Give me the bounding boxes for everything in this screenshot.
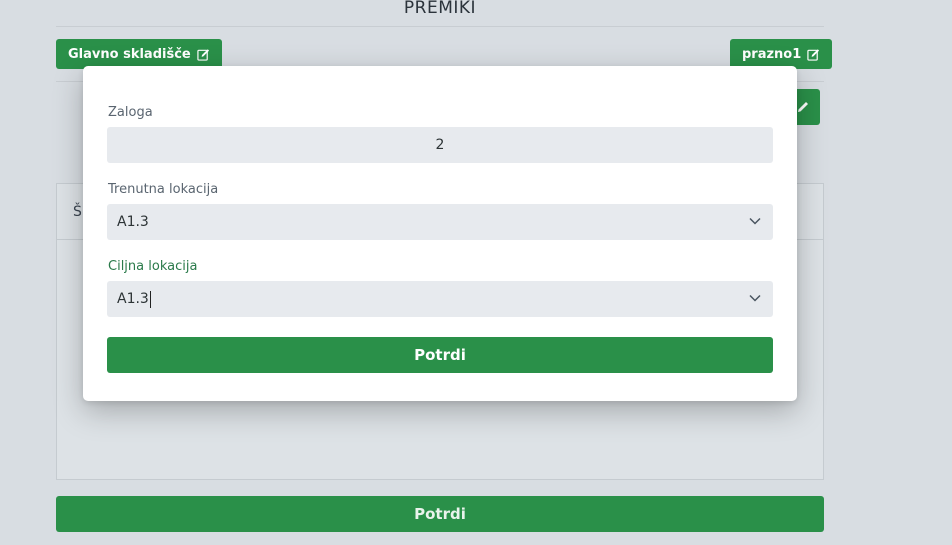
page-confirm-button[interactable]: Potrdi (56, 496, 824, 532)
edit-icon (807, 48, 820, 61)
target-warehouse-label: prazno1 (742, 46, 802, 62)
current-location-select[interactable]: A1.3 (107, 204, 773, 240)
move-modal: Zaloga 2 Trenutna lokacija A1.3 Ciljna l… (83, 66, 797, 401)
source-warehouse-label: Glavno skladišče (68, 46, 191, 62)
stock-field[interactable]: 2 (107, 127, 773, 163)
pencil-icon (798, 102, 808, 112)
stock-label: Zaloga (108, 105, 153, 120)
target-warehouse-button[interactable]: prazno1 (730, 39, 833, 69)
edit-icon (197, 48, 209, 61)
chevron-down-icon (749, 217, 761, 225)
text-cursor (149, 290, 151, 308)
target-location-value: A1.3 (117, 291, 149, 307)
chevron-down-icon (749, 294, 761, 302)
page-title: PREMIKI (56, 0, 824, 27)
source-warehouse-button[interactable]: Glavno skladišče (56, 39, 222, 69)
target-location-label: Ciljna lokacija (108, 259, 198, 274)
target-location-select[interactable]: A1.3 (107, 281, 773, 317)
current-location-value: A1.3 (117, 214, 149, 230)
modal-confirm-button[interactable]: Potrdi (107, 337, 773, 373)
current-location-label: Trenutna lokacija (108, 182, 219, 197)
